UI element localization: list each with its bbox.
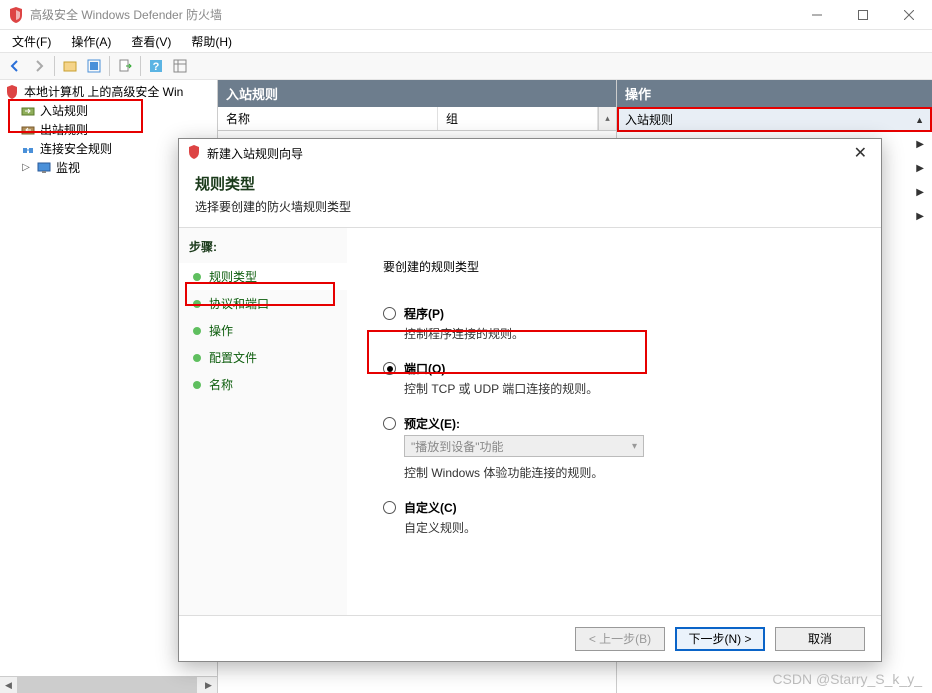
column-name[interactable]: 名称 xyxy=(218,107,438,130)
tree-outbound[interactable]: 出站规则 xyxy=(18,120,215,139)
radio-program[interactable]: 程序(P) 控制程序连接的规则。 xyxy=(383,305,861,342)
radio-predefined[interactable]: 预定义(E): "播放到设备"功能▾ 控制 Windows 体验功能连接的规则。 xyxy=(383,415,861,481)
titlebar-title: 高级安全 Windows Defender 防火墙 xyxy=(30,6,222,23)
menu-view[interactable]: 查看(V) xyxy=(123,31,179,52)
tree-outbound-label: 出站规则 xyxy=(40,121,88,138)
shield-icon xyxy=(4,84,20,100)
step-action[interactable]: 操作 xyxy=(179,317,347,344)
help-button[interactable]: ? xyxy=(145,55,167,77)
scroll-left[interactable]: ◀ xyxy=(0,677,17,693)
svg-text:?: ? xyxy=(153,61,160,73)
tree-security-label: 连接安全规则 xyxy=(40,140,112,157)
menu-file[interactable]: 文件(F) xyxy=(4,31,59,52)
folder-button[interactable] xyxy=(59,55,81,77)
titlebar: 高级安全 Windows Defender 防火墙 xyxy=(0,0,932,30)
wizard-title: 新建入站规则向导 xyxy=(207,145,303,162)
tree-root-label: 本地计算机 上的高级安全 Win xyxy=(24,83,183,100)
tree-monitor-label: 监视 xyxy=(56,159,80,176)
refresh-button[interactable] xyxy=(83,55,105,77)
actions-header: 操作 xyxy=(617,80,932,107)
column-group[interactable]: 组 xyxy=(438,107,598,130)
cancel-button[interactable]: 取消 xyxy=(775,627,865,651)
step-name[interactable]: 名称 xyxy=(179,371,347,398)
predefined-select: "播放到设备"功能▾ xyxy=(404,435,644,457)
forward-button[interactable] xyxy=(28,55,50,77)
wizard-subtitle: 选择要创建的防火墙规则类型 xyxy=(195,198,865,215)
chevron-down-icon: ▾ xyxy=(632,441,637,452)
inbound-icon xyxy=(20,103,36,119)
tree-root[interactable]: 本地计算机 上的高级安全 Win xyxy=(2,82,215,101)
scroll-up[interactable]: ▴ xyxy=(598,107,616,130)
steps-title: 步骤: xyxy=(179,234,347,263)
app-icon xyxy=(8,7,24,23)
back-button: < 上一步(B) xyxy=(575,627,665,651)
wizard-question: 要创建的规则类型 xyxy=(383,258,861,275)
radio-port[interactable]: 端口(O) 控制 TCP 或 UDP 端口连接的规则。 xyxy=(383,360,861,397)
scrollbar-horizontal[interactable] xyxy=(17,677,200,693)
step-profile[interactable]: 配置文件 xyxy=(179,344,347,371)
back-button[interactable] xyxy=(4,55,26,77)
list-button[interactable] xyxy=(169,55,191,77)
wizard-close-button[interactable]: ✕ xyxy=(848,141,873,165)
maximize-button[interactable] xyxy=(840,0,886,30)
center-header: 入站规则 xyxy=(218,80,616,107)
radio-icon xyxy=(383,362,396,375)
actions-section[interactable]: 入站规则 ▲ xyxy=(617,107,932,132)
menubar: 文件(F) 操作(A) 查看(V) 帮助(H) xyxy=(0,30,932,52)
step-rule-type[interactable]: 规则类型 xyxy=(179,263,347,290)
step-protocol-port[interactable]: 协议和端口 xyxy=(179,290,347,317)
tree-inbound-label: 入站规则 xyxy=(40,102,88,119)
radio-icon xyxy=(383,501,396,514)
close-button[interactable] xyxy=(886,0,932,30)
radio-custom[interactable]: 自定义(C) 自定义规则。 xyxy=(383,499,861,536)
radio-icon xyxy=(383,417,396,430)
toolbar: ? xyxy=(0,52,932,80)
wizard-steps: 步骤: 规则类型 协议和端口 操作 配置文件 名称 xyxy=(179,228,347,615)
wizard-icon xyxy=(187,145,201,162)
security-icon xyxy=(20,141,36,157)
collapse-icon: ▲ xyxy=(915,115,924,125)
minimize-button[interactable] xyxy=(794,0,840,30)
wizard-dialog: 新建入站规则向导 ✕ 规则类型 选择要创建的防火墙规则类型 步骤: 规则类型 协… xyxy=(178,138,882,662)
radio-icon xyxy=(383,307,396,320)
tree-inbound[interactable]: 入站规则 xyxy=(18,101,215,120)
menu-help[interactable]: 帮助(H) xyxy=(183,31,240,52)
monitor-icon xyxy=(36,160,52,176)
scroll-right[interactable]: ▶ xyxy=(200,677,217,693)
expand-icon[interactable]: ▷ xyxy=(20,162,32,173)
export-button[interactable] xyxy=(114,55,136,77)
menu-action[interactable]: 操作(A) xyxy=(63,31,119,52)
next-button[interactable]: 下一步(N) > xyxy=(675,627,765,651)
wizard-heading: 规则类型 xyxy=(195,173,865,194)
actions-section-label: 入站规则 xyxy=(625,111,673,128)
outbound-icon xyxy=(20,122,36,138)
